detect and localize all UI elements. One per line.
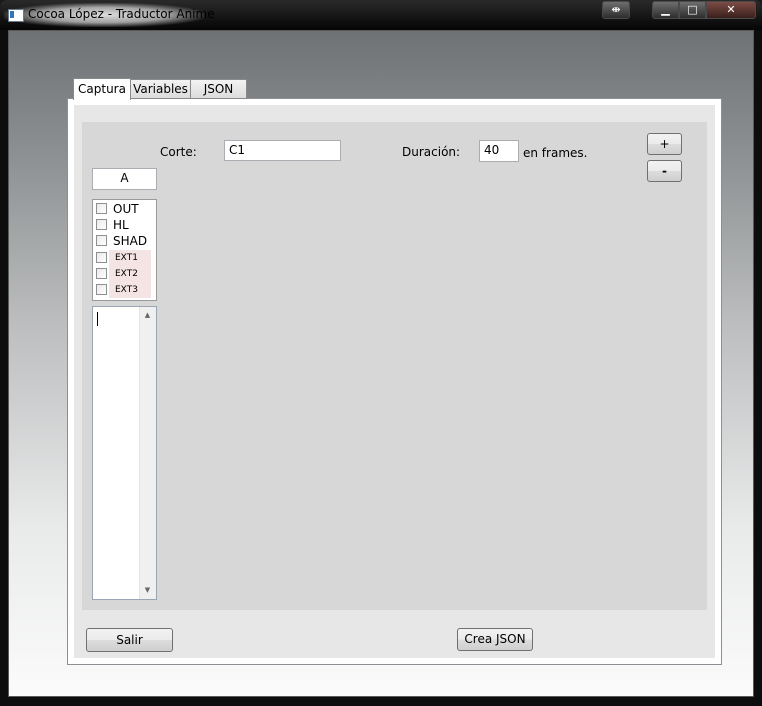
close-button[interactable]: ✕	[706, 1, 756, 19]
salir-button[interactable]: Salir	[86, 628, 173, 652]
checkbox-label: SHAD	[113, 234, 148, 248]
app-window: Cocoa López - Traductor Anime ⇼ ▁ □ ✕ Ca…	[0, 0, 762, 706]
app-icon[interactable]	[8, 9, 24, 22]
tab-variables[interactable]: Variables	[130, 79, 191, 99]
duracion-label: Duración:	[402, 145, 461, 159]
pin-button[interactable]: ⇼	[602, 1, 630, 19]
checkbox-label: HL	[113, 218, 129, 232]
maximize-button[interactable]: □	[679, 1, 706, 19]
tab-captura[interactable]: Captura	[73, 78, 131, 100]
duracion-input[interactable]: 40	[479, 140, 519, 162]
checkbox-label: OUT	[113, 202, 139, 216]
checkbox-icon[interactable]	[96, 203, 107, 214]
checkbox-ext2[interactable]: EXT2	[93, 266, 156, 282]
checkbox-ext3[interactable]: EXT3	[93, 282, 156, 298]
corte-label: Corte:	[160, 145, 197, 159]
title-bar[interactable]: Cocoa López - Traductor Anime ⇼ ▁ □ ✕	[0, 0, 762, 30]
checkbox-out[interactable]: OUT	[93, 201, 156, 217]
checkbox-ext1[interactable]: EXT1	[93, 250, 156, 266]
minimize-button[interactable]: ▁	[652, 1, 679, 19]
checkbox-label: EXT1	[115, 253, 138, 263]
checkbox-shad[interactable]: SHAD	[93, 233, 156, 249]
notes-textarea[interactable]: ▲ ▼	[92, 306, 157, 600]
crea-json-button[interactable]: Crea JSON	[457, 628, 533, 651]
text-caret	[97, 312, 98, 326]
window-title: Cocoa López - Traductor Anime	[28, 7, 215, 21]
scroll-up-icon[interactable]: ▲	[143, 311, 152, 320]
add-button[interactable]: +	[647, 133, 682, 155]
corte-input[interactable]: C1	[224, 140, 341, 161]
checkbox-icon[interactable]	[96, 219, 107, 230]
checkbox-list: OUT HL SHAD EXT1 EXT2 EXT3	[92, 199, 157, 301]
checkbox-label: EXT3	[115, 285, 138, 295]
checkbox-label: EXT2	[115, 269, 138, 279]
notes-scrollbar[interactable]: ▲ ▼	[139, 307, 156, 599]
layer-input[interactable]: A	[92, 168, 157, 190]
scroll-down-icon[interactable]: ▼	[143, 586, 152, 595]
checkbox-icon[interactable]	[96, 235, 107, 246]
checkbox-hl[interactable]: HL	[93, 217, 156, 233]
checkbox-icon[interactable]	[96, 268, 107, 279]
remove-button[interactable]: -	[647, 160, 682, 182]
checkbox-icon[interactable]	[96, 284, 107, 295]
capture-content-area	[82, 122, 707, 610]
frames-label: en frames.	[523, 146, 588, 160]
checkbox-icon[interactable]	[96, 252, 107, 263]
tab-json[interactable]: JSON	[190, 79, 247, 99]
